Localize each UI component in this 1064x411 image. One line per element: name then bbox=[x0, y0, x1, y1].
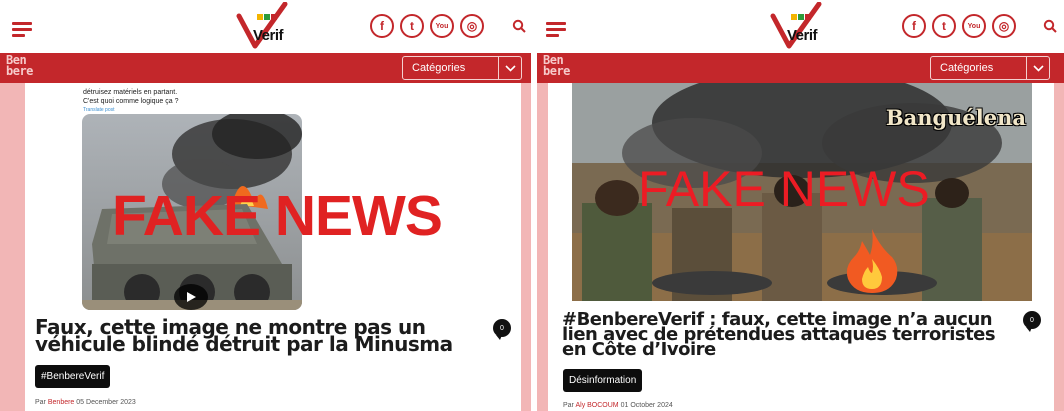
youtube-icon[interactable]: You bbox=[962, 14, 986, 38]
facebook-icon[interactable]: f bbox=[370, 14, 394, 38]
benbere-brand-logo[interactable]: Ben bere bbox=[543, 54, 570, 78]
byline-prefix: Par bbox=[563, 402, 574, 409]
social-links: f t You ◎ bbox=[902, 14, 1016, 38]
article-card[interactable]: détruisez matériels en partant. C'est qu… bbox=[25, 83, 521, 411]
category-bar: Ben bere Catégories bbox=[0, 53, 531, 83]
article-byline: Par Aly BOCOUM 01 October 2024 bbox=[563, 402, 673, 409]
benbere-brand-logo[interactable]: Ben bere bbox=[6, 54, 33, 78]
benbere-verif-logo[interactable]: Verif bbox=[769, 1, 827, 50]
author-link[interactable]: Aly BOCOUM bbox=[575, 402, 618, 409]
fake-news-stamp: FAKE NEWS bbox=[112, 184, 443, 248]
brand-line-2: bere bbox=[6, 64, 33, 78]
categories-dropdown[interactable]: Catégories bbox=[402, 56, 522, 80]
article-title[interactable]: Faux, cette image ne montre pas un véhic… bbox=[35, 317, 455, 354]
article-card[interactable]: Banguélena FAKE NEWS #BenbereVerif : fau… bbox=[548, 83, 1054, 411]
hamburger-menu-icon[interactable] bbox=[12, 22, 34, 38]
publish-date: 05 December 2023 bbox=[76, 399, 136, 406]
categories-label: Catégories bbox=[931, 57, 1027, 79]
social-links: f t You ◎ bbox=[370, 14, 484, 38]
article-byline: Par Benbere 05 December 2023 bbox=[35, 399, 136, 406]
fire-icon bbox=[846, 229, 898, 293]
play-video-button[interactable] bbox=[174, 284, 208, 310]
instagram-icon[interactable]: ◎ bbox=[460, 14, 484, 38]
brand-line-2: bere bbox=[543, 64, 570, 78]
author-link[interactable]: Benbere bbox=[48, 399, 74, 406]
comment-count-icon[interactable]: 0 bbox=[1023, 311, 1041, 332]
image-caption: Banguélena bbox=[885, 105, 1026, 130]
chevron-down-icon bbox=[499, 57, 521, 79]
youtube-icon[interactable]: You bbox=[430, 14, 454, 38]
categories-dropdown[interactable]: Catégories bbox=[930, 56, 1050, 80]
search-icon[interactable] bbox=[1043, 19, 1057, 33]
category-bar: Ben bere Catégories bbox=[537, 53, 1064, 83]
facebook-icon[interactable]: f bbox=[902, 14, 926, 38]
right-page: Verif f t You ◎ Ben bere Catégories Bang… bbox=[537, 0, 1064, 411]
byline-prefix: Par bbox=[35, 399, 46, 406]
category-tag[interactable]: #BenbereVerif bbox=[35, 365, 111, 388]
twitter-icon[interactable]: t bbox=[932, 14, 956, 38]
comment-count-icon[interactable]: 0 bbox=[493, 319, 511, 340]
left-page: Verif f t You ◎ Ben bere Catégories détr… bbox=[0, 0, 531, 411]
fake-news-stamp: FAKE NEWS bbox=[638, 161, 930, 217]
benbere-verif-logo[interactable]: Verif bbox=[235, 1, 293, 50]
tweet-line: C'est quoi comme logique ça ? bbox=[83, 98, 179, 105]
article-title[interactable]: #BenbereVerif : faux, cette image n’a au… bbox=[562, 311, 1002, 359]
search-icon[interactable] bbox=[512, 19, 526, 33]
twitter-icon[interactable]: t bbox=[400, 14, 424, 38]
top-navbar: Verif f t You ◎ bbox=[0, 0, 531, 53]
instagram-icon[interactable]: ◎ bbox=[992, 14, 1016, 38]
tweet-line: détruisez matériels en partant. bbox=[83, 89, 178, 96]
top-navbar: Verif f t You ◎ bbox=[537, 0, 1064, 53]
publish-date: 01 October 2024 bbox=[620, 402, 673, 409]
logo-text: Verif bbox=[253, 27, 284, 44]
category-tag[interactable]: Désinformation bbox=[563, 369, 643, 392]
tweet-text: détruisez matériels en partant. C'est qu… bbox=[83, 88, 179, 115]
hamburger-menu-icon[interactable] bbox=[546, 22, 568, 38]
categories-label: Catégories bbox=[403, 57, 499, 79]
logo-text: Verif bbox=[787, 27, 818, 44]
chevron-down-icon bbox=[1027, 57, 1049, 79]
